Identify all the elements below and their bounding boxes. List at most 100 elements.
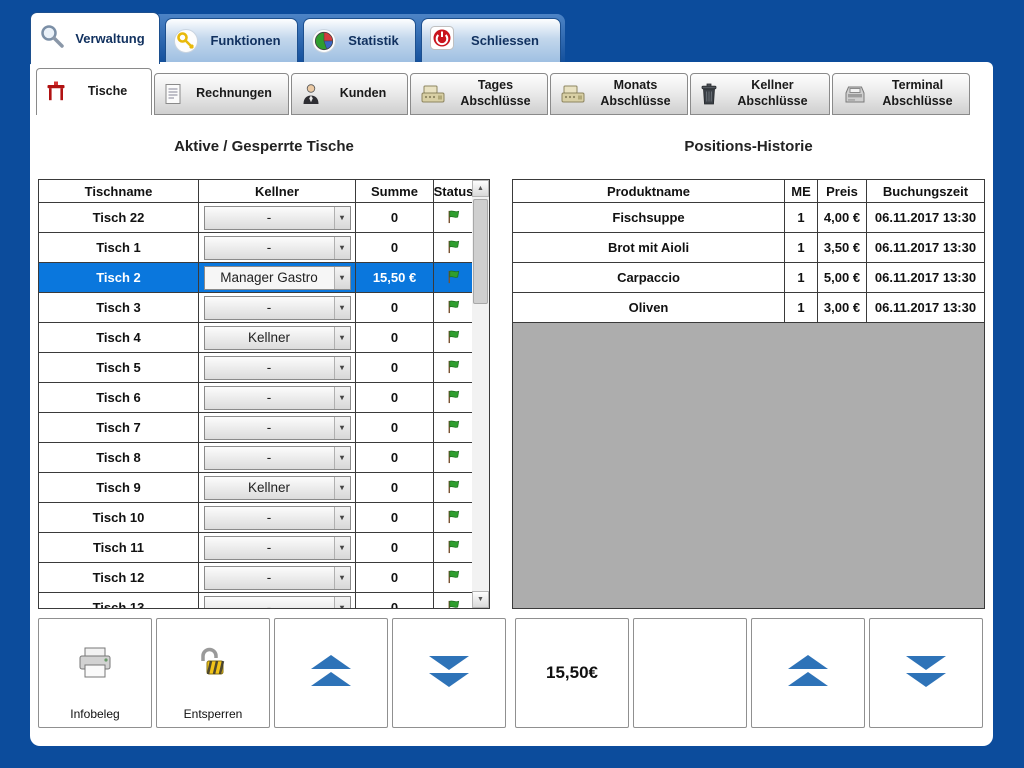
main-tab-bar: Verwaltung Funktionen Statistik [30, 12, 630, 64]
tab-schliessen-label: Schliessen [458, 33, 552, 48]
summe-value: 0 [356, 533, 434, 563]
flag-icon [446, 269, 461, 287]
flag-icon [446, 389, 461, 407]
tab-statistik[interactable]: Statistik [303, 18, 416, 62]
kellner-dropdown[interactable]: - ▾ [204, 536, 351, 560]
kellner-dropdown-value: - [205, 540, 334, 555]
status-cell [434, 473, 474, 503]
status-cell [434, 323, 474, 353]
infobeleg-button[interactable]: Infobeleg [38, 618, 152, 728]
chevron-down-icon: ▾ [334, 267, 350, 289]
entsperren-button[interactable]: Entsperren [156, 618, 270, 728]
summe-value: 0 [356, 503, 434, 533]
double-chevron-down-icon [903, 654, 949, 693]
tab-funktionen[interactable]: Funktionen [165, 18, 298, 62]
tab-verwaltung[interactable]: Verwaltung [30, 12, 160, 64]
status-cell [434, 263, 474, 293]
table-row[interactable]: Tisch 12 - ▾ 0 [39, 563, 474, 593]
subtab-monats-label: Monats Abschlüsse [586, 78, 687, 109]
preis-value: 5,00 € [818, 263, 867, 293]
amount-display-button[interactable]: 15,50€ [515, 618, 629, 728]
subtab-terminal-label: Terminal Abschlüsse [868, 78, 969, 109]
subtab-monats-abschluesse[interactable]: Monats Abschlüsse [550, 73, 688, 115]
chevron-down-icon: ▾ [334, 537, 350, 559]
scroll-up-arrow[interactable]: ▲ [472, 180, 489, 197]
history-row[interactable]: Brot mit Aioli 1 3,50 € 06.11.2017 13:30 [513, 233, 984, 263]
kellner-dropdown[interactable]: - ▾ [204, 596, 351, 610]
right-section-title: Positions-Historie [512, 138, 985, 155]
column-header-me: ME [785, 180, 818, 203]
flag-icon [446, 599, 461, 610]
tisch-name: Tisch 1 [39, 233, 199, 263]
kellner-dropdown-value: - [205, 360, 334, 375]
tisch-name: Tisch 5 [39, 353, 199, 383]
history-row[interactable]: Fischsuppe 1 4,00 € 06.11.2017 13:30 [513, 203, 984, 233]
table-row[interactable]: Tisch 4 Kellner ▾ 0 [39, 323, 474, 353]
bin-icon [700, 83, 718, 105]
table-row[interactable]: Tisch 1 - ▾ 0 [39, 233, 474, 263]
tisch-name: Tisch 4 [39, 323, 199, 353]
subtab-rechnungen[interactable]: Rechnungen [154, 73, 289, 115]
chevron-down-icon: ▾ [334, 447, 350, 469]
flag-icon [446, 419, 461, 437]
subtab-kellner-abschluesse[interactable]: Kellner Abschlüsse [690, 73, 830, 115]
kellner-dropdown[interactable]: Manager Gastro ▾ [204, 266, 351, 290]
kellner-dropdown[interactable]: Kellner ▾ [204, 476, 351, 500]
table-row[interactable]: Tisch 3 - ▾ 0 [39, 293, 474, 323]
subtab-kunden[interactable]: Kunden [291, 73, 408, 115]
vertical-scrollbar[interactable]: ▲ ▼ [472, 180, 489, 608]
scroll-tables-up-button[interactable] [274, 618, 388, 728]
scroll-history-up-button[interactable] [751, 618, 865, 728]
table-row[interactable]: Tisch 5 - ▾ 0 [39, 353, 474, 383]
subtab-tische[interactable]: Tische [36, 68, 152, 115]
table-row[interactable]: Tisch 7 - ▾ 0 [39, 413, 474, 443]
kellner-dropdown[interactable]: - ▾ [204, 356, 351, 380]
table-row[interactable]: Tisch 11 - ▾ 0 [39, 533, 474, 563]
scroll-tables-down-button[interactable] [392, 618, 506, 728]
kellner-dropdown[interactable]: - ▾ [204, 206, 351, 230]
table-row[interactable]: Tisch 6 - ▾ 0 [39, 383, 474, 413]
summe-value: 0 [356, 473, 434, 503]
power-icon [430, 26, 454, 55]
printer-icon [76, 646, 114, 685]
empty-button[interactable] [633, 618, 747, 728]
table-row[interactable]: Tisch 8 - ▾ 0 [39, 443, 474, 473]
status-cell [434, 533, 474, 563]
bottom-button-row: Infobeleg Entsperren [38, 618, 985, 730]
produkt-name: Oliven [513, 293, 785, 323]
kellner-dropdown[interactable]: - ▾ [204, 566, 351, 590]
subtab-tages-abschluesse[interactable]: Tages Abschlüsse [410, 73, 548, 115]
kellner-dropdown[interactable]: - ▾ [204, 506, 351, 530]
kellner-dropdown[interactable]: Kellner ▾ [204, 326, 351, 350]
summe-value: 0 [356, 203, 434, 233]
scroll-history-down-button[interactable] [869, 618, 983, 728]
column-header-produktname: Produktname [513, 180, 785, 203]
unlock-icon [196, 646, 230, 685]
menge-value: 1 [785, 203, 818, 233]
history-row[interactable]: Oliven 1 3,00 € 06.11.2017 13:30 [513, 293, 984, 323]
chevron-down-icon: ▾ [334, 357, 350, 379]
tab-schliessen[interactable]: Schliessen [421, 18, 561, 62]
subtab-terminal-abschluesse[interactable]: Terminal Abschlüsse [832, 73, 970, 115]
kellner-dropdown[interactable]: - ▾ [204, 446, 351, 470]
customer-icon [301, 83, 321, 105]
kellner-dropdown[interactable]: - ▾ [204, 386, 351, 410]
scrollbar-thumb[interactable] [473, 199, 488, 304]
kellner-dropdown-value: - [205, 240, 334, 255]
table-row[interactable]: Tisch 22 - ▾ 0 [39, 203, 474, 233]
table-row[interactable]: Tisch 9 Kellner ▾ 0 [39, 473, 474, 503]
kellner-dropdown[interactable]: - ▾ [204, 416, 351, 440]
table-row[interactable]: Tisch 2 Manager Gastro ▾ 15,50 € [39, 263, 474, 293]
table-row[interactable]: Tisch 10 - ▾ 0 [39, 503, 474, 533]
scroll-down-arrow[interactable]: ▼ [472, 591, 489, 608]
summe-value: 0 [356, 383, 434, 413]
column-header-preis: Preis [818, 180, 867, 203]
kellner-dropdown[interactable]: - ▾ [204, 236, 351, 260]
buchungszeit-value: 06.11.2017 13:30 [867, 233, 984, 263]
chevron-down-icon: ▾ [334, 327, 350, 349]
chevron-down-icon: ▾ [334, 597, 350, 610]
history-row[interactable]: Carpaccio 1 5,00 € 06.11.2017 13:30 [513, 263, 984, 293]
empty-table-area [513, 323, 984, 608]
kellner-dropdown[interactable]: - ▾ [204, 296, 351, 320]
table-row[interactable]: Tisch 13 - ▾ 0 [39, 593, 474, 609]
